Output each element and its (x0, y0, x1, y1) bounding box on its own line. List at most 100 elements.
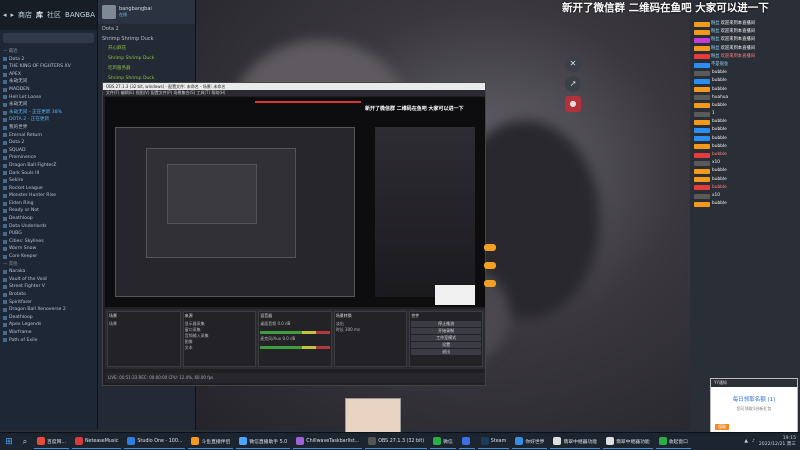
friend-row[interactable]: Shrimp Shrimp Duck (98, 54, 195, 64)
game-list-item[interactable]: Dragon Ball Xenoverse 2 (3, 306, 94, 314)
game-list-item[interactable]: Vault of the Void (3, 276, 94, 284)
chat-username[interactable]: 粉丝 (711, 28, 720, 36)
taskbar-app[interactable]: 收起窗口 (655, 435, 691, 449)
obs-dock-line[interactable]: 桌面音频 0.0 dB (260, 321, 330, 327)
taskbar-app[interactable]: 斗鱼直播伴侣 (188, 435, 234, 449)
obs-dock-line[interactable]: 时长 300 ms (336, 327, 406, 333)
game-list-item[interactable]: DOTA 2 - 正在更新 (3, 116, 94, 124)
game-list-item[interactable]: Hell Let Loose (3, 94, 94, 102)
friend-row[interactable]: 开心麻花 (98, 44, 195, 54)
game-list-item[interactable]: SQUAD (3, 147, 94, 155)
obs-control-button[interactable]: 退出 (411, 349, 481, 355)
obs-control-button[interactable]: 设置 (411, 342, 481, 348)
game-list-item[interactable]: Dota 2 (3, 56, 94, 64)
game-list-item[interactable]: 永劫无间 (3, 101, 94, 109)
game-list-item[interactable]: 永劫无间 - 正在更新 38% (3, 109, 94, 117)
game-list-item[interactable]: Apex Legends (3, 321, 94, 329)
obs-control-button[interactable]: 工作室模式 (411, 335, 481, 341)
game-list-item[interactable]: Naraka (3, 268, 94, 276)
chat-username[interactable]: 粉丝 (711, 36, 720, 44)
taskbar-app[interactable]: NeteaseMusic (71, 435, 122, 449)
app-icon (658, 437, 667, 445)
audio-meter[interactable] (260, 346, 330, 349)
library-search-input[interactable] (3, 33, 94, 43)
taskbar-app[interactable]: Steam (477, 435, 510, 449)
chat-username[interactable]: 粉丝 (711, 45, 720, 53)
taskbar-app[interactable]: 翡翠中继器功能 (603, 435, 653, 449)
app-icon (74, 437, 83, 445)
game-list-item[interactable]: Warm Snow (3, 245, 94, 253)
game-list-item[interactable]: Core Keeper (3, 253, 94, 261)
game-list-item[interactable]: Dota Underlords (3, 223, 94, 231)
obs-control-button[interactable]: 停止推流 (411, 321, 481, 327)
steam-tab-store[interactable]: 商店 (18, 10, 32, 20)
game-list-item[interactable]: Rocket League (3, 185, 94, 193)
taskbar-app[interactable]: 微信直播助手 5.0 (236, 435, 291, 449)
friend-row[interactable]: 吃鸡服务器 (98, 64, 195, 74)
obs-preview[interactable]: 新开了微信群 二维码在鱼吧 大家可以进一下 (105, 97, 485, 307)
game-list-item[interactable]: Dark Souls III (3, 170, 94, 178)
friend-row[interactable]: Dota 2 (98, 24, 195, 34)
game-list-item[interactable]: MADDEN (3, 86, 94, 94)
game-list-item[interactable]: Sekiro (3, 177, 94, 185)
obs-dock-line[interactable]: 场景 (109, 321, 179, 327)
chat-username[interactable]: 粉丝 (711, 20, 720, 28)
network-icon[interactable]: ▲ (744, 439, 748, 444)
game-list-item[interactable]: Warframe (3, 329, 94, 337)
game-list-item[interactable]: Brotato (3, 291, 94, 299)
game-list-item[interactable]: PUBG (3, 230, 94, 238)
game-list-item[interactable]: Ready or Not (3, 207, 94, 215)
taskbar-app[interactable]: 翡翠中继器功能 (550, 435, 601, 449)
claim-button[interactable]: 领取 (715, 424, 729, 430)
game-list-item[interactable]: — 最近 (3, 48, 94, 56)
game-list-item[interactable]: 我的世界 (3, 124, 94, 132)
clock[interactable]: 19:15 2022/12/21 周三 (759, 436, 796, 448)
game-list-item[interactable]: 永劫无间 (3, 78, 94, 86)
chat-username[interactable]: 粉丝 (711, 53, 720, 61)
game-list-item[interactable]: APEX (3, 71, 94, 79)
game-list-item[interactable]: — 其他 (3, 261, 94, 269)
steam-tab-profile[interactable]: BANGBA (65, 11, 95, 19)
game-icon (3, 118, 7, 123)
audio-meter[interactable] (260, 331, 330, 334)
steam-tab-library[interactable]: 库 (36, 10, 43, 20)
taskbar-app[interactable]: 百度网... (34, 435, 69, 449)
game-title: Dota 2 (9, 56, 25, 62)
share-icon[interactable]: ↗ (565, 76, 581, 92)
obs-dock-line[interactable]: 文本 (185, 345, 255, 351)
taskbar-app[interactable]: ChillwaveTaskbarlist... (293, 435, 363, 449)
forward-arrow-icon[interactable]: ▸ (11, 11, 15, 19)
taskbar-preview-thumbnail[interactable] (345, 398, 401, 434)
obs-dock-line[interactable]: 麦克风/Aux 0.0 dB (260, 336, 330, 342)
obs-control-button[interactable]: 开始录制 (411, 328, 481, 334)
friend-row[interactable]: Shrimp Shrimp Duck (98, 34, 195, 44)
taskbar-app[interactable]: OBS 27.1.3 (32 bit) (365, 435, 428, 449)
game-list-item[interactable]: Cities: Skylines (3, 238, 94, 246)
game-list-item[interactable]: Prominence (3, 154, 94, 162)
game-list-item[interactable]: Monster Hunter Rise (3, 192, 94, 200)
volume-icon[interactable]: ♪ (752, 439, 755, 444)
record-icon[interactable]: ● (565, 96, 581, 112)
windows-start-icon[interactable]: ⊞ (2, 435, 16, 449)
game-list-item[interactable]: THE KING OF FIGHTERS XV (3, 63, 94, 71)
game-list-item[interactable]: Deathloop (3, 314, 94, 322)
back-arrow-icon[interactable]: ◂ (3, 11, 7, 19)
taskbar-app[interactable]: Studio One - 100... (124, 435, 186, 449)
close-icon[interactable]: ✕ (565, 56, 581, 72)
search-icon[interactable]: ⌕ (19, 437, 31, 447)
taskbar-app[interactable]: 微信 (430, 435, 456, 449)
obs-menu-bar[interactable]: 文件(F) 编辑(E) 视图(V) 配置文件(P) 场景集合(S) 工具(T) … (103, 90, 485, 96)
game-list-item[interactable]: Path of Exile (3, 337, 94, 345)
taskbar-app[interactable]: 你好世界 (512, 435, 548, 449)
game-list-item[interactable]: Dota 2 (3, 139, 94, 147)
game-list-item[interactable]: Dragon Ball FighterZ (3, 162, 94, 170)
avatar[interactable] (102, 5, 116, 19)
steam-tab-community[interactable]: 社区 (47, 10, 61, 20)
chat-username[interactable]: 不是很会 (711, 61, 728, 69)
taskbar-app[interactable] (458, 435, 475, 449)
game-list-item[interactable]: Spiritfarer (3, 299, 94, 307)
game-list-item[interactable]: Elden Ring (3, 200, 94, 208)
game-list-item[interactable]: Eternal Return (3, 132, 94, 140)
game-list-item[interactable]: Deathloop (3, 215, 94, 223)
game-list-item[interactable]: Street Fighter V (3, 283, 94, 291)
